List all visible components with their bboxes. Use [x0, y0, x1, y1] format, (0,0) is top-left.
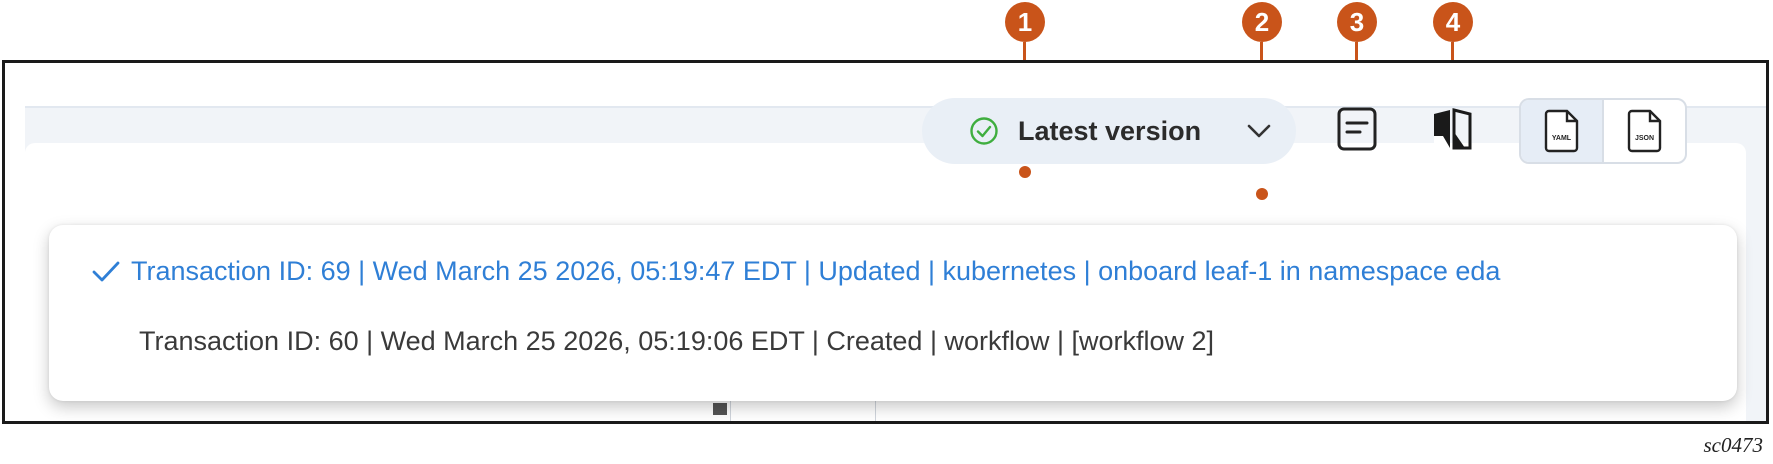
callout-4: 4: [1433, 2, 1473, 42]
compare-split-icon: [1429, 106, 1475, 157]
details-button[interactable]: [1329, 103, 1385, 159]
callout-3: 3: [1337, 2, 1377, 42]
yaml-label: YAML: [1551, 135, 1572, 142]
transaction-item[interactable]: Transaction ID: 60 | Wed March 25 2026, …: [49, 313, 1737, 369]
callout-1: 1: [1005, 2, 1045, 42]
transaction-text: Transaction ID: 60 | Wed March 25 2026, …: [139, 325, 1215, 356]
check-circle-icon: [968, 115, 1000, 147]
yaml-toggle[interactable]: YAML: [1521, 100, 1604, 162]
json-label: JSON: [1634, 135, 1655, 142]
chevron-down-icon[interactable]: [1246, 120, 1272, 142]
format-toggle: YAML JSON: [1519, 98, 1687, 164]
scroll-marker: [713, 403, 727, 415]
transaction-text: Transaction ID: 69 | Wed March 25 2026, …: [131, 255, 1501, 286]
version-dropdown-menu: Transaction ID: 69 | Wed March 25 2026, …: [49, 225, 1737, 401]
transaction-item-selected[interactable]: Transaction ID: 69 | Wed March 25 2026, …: [49, 243, 1737, 299]
app-header-divider: [25, 106, 1766, 108]
callout-2-endpoint: [1256, 188, 1268, 200]
callout-1-endpoint: [1019, 166, 1031, 178]
json-toggle[interactable]: JSON: [1604, 100, 1685, 162]
checkmark-icon: [91, 243, 131, 299]
document-lines-icon: [1336, 106, 1378, 157]
callout-2: 2: [1242, 2, 1282, 42]
version-selector-button[interactable]: Latest version: [922, 98, 1296, 164]
figure-id: sc0473: [1703, 433, 1764, 457]
version-label: Latest version: [1018, 115, 1202, 146]
yaml-file-icon: YAML: [1543, 108, 1581, 154]
json-file-icon: JSON: [1626, 108, 1664, 154]
compare-button[interactable]: [1424, 103, 1480, 159]
